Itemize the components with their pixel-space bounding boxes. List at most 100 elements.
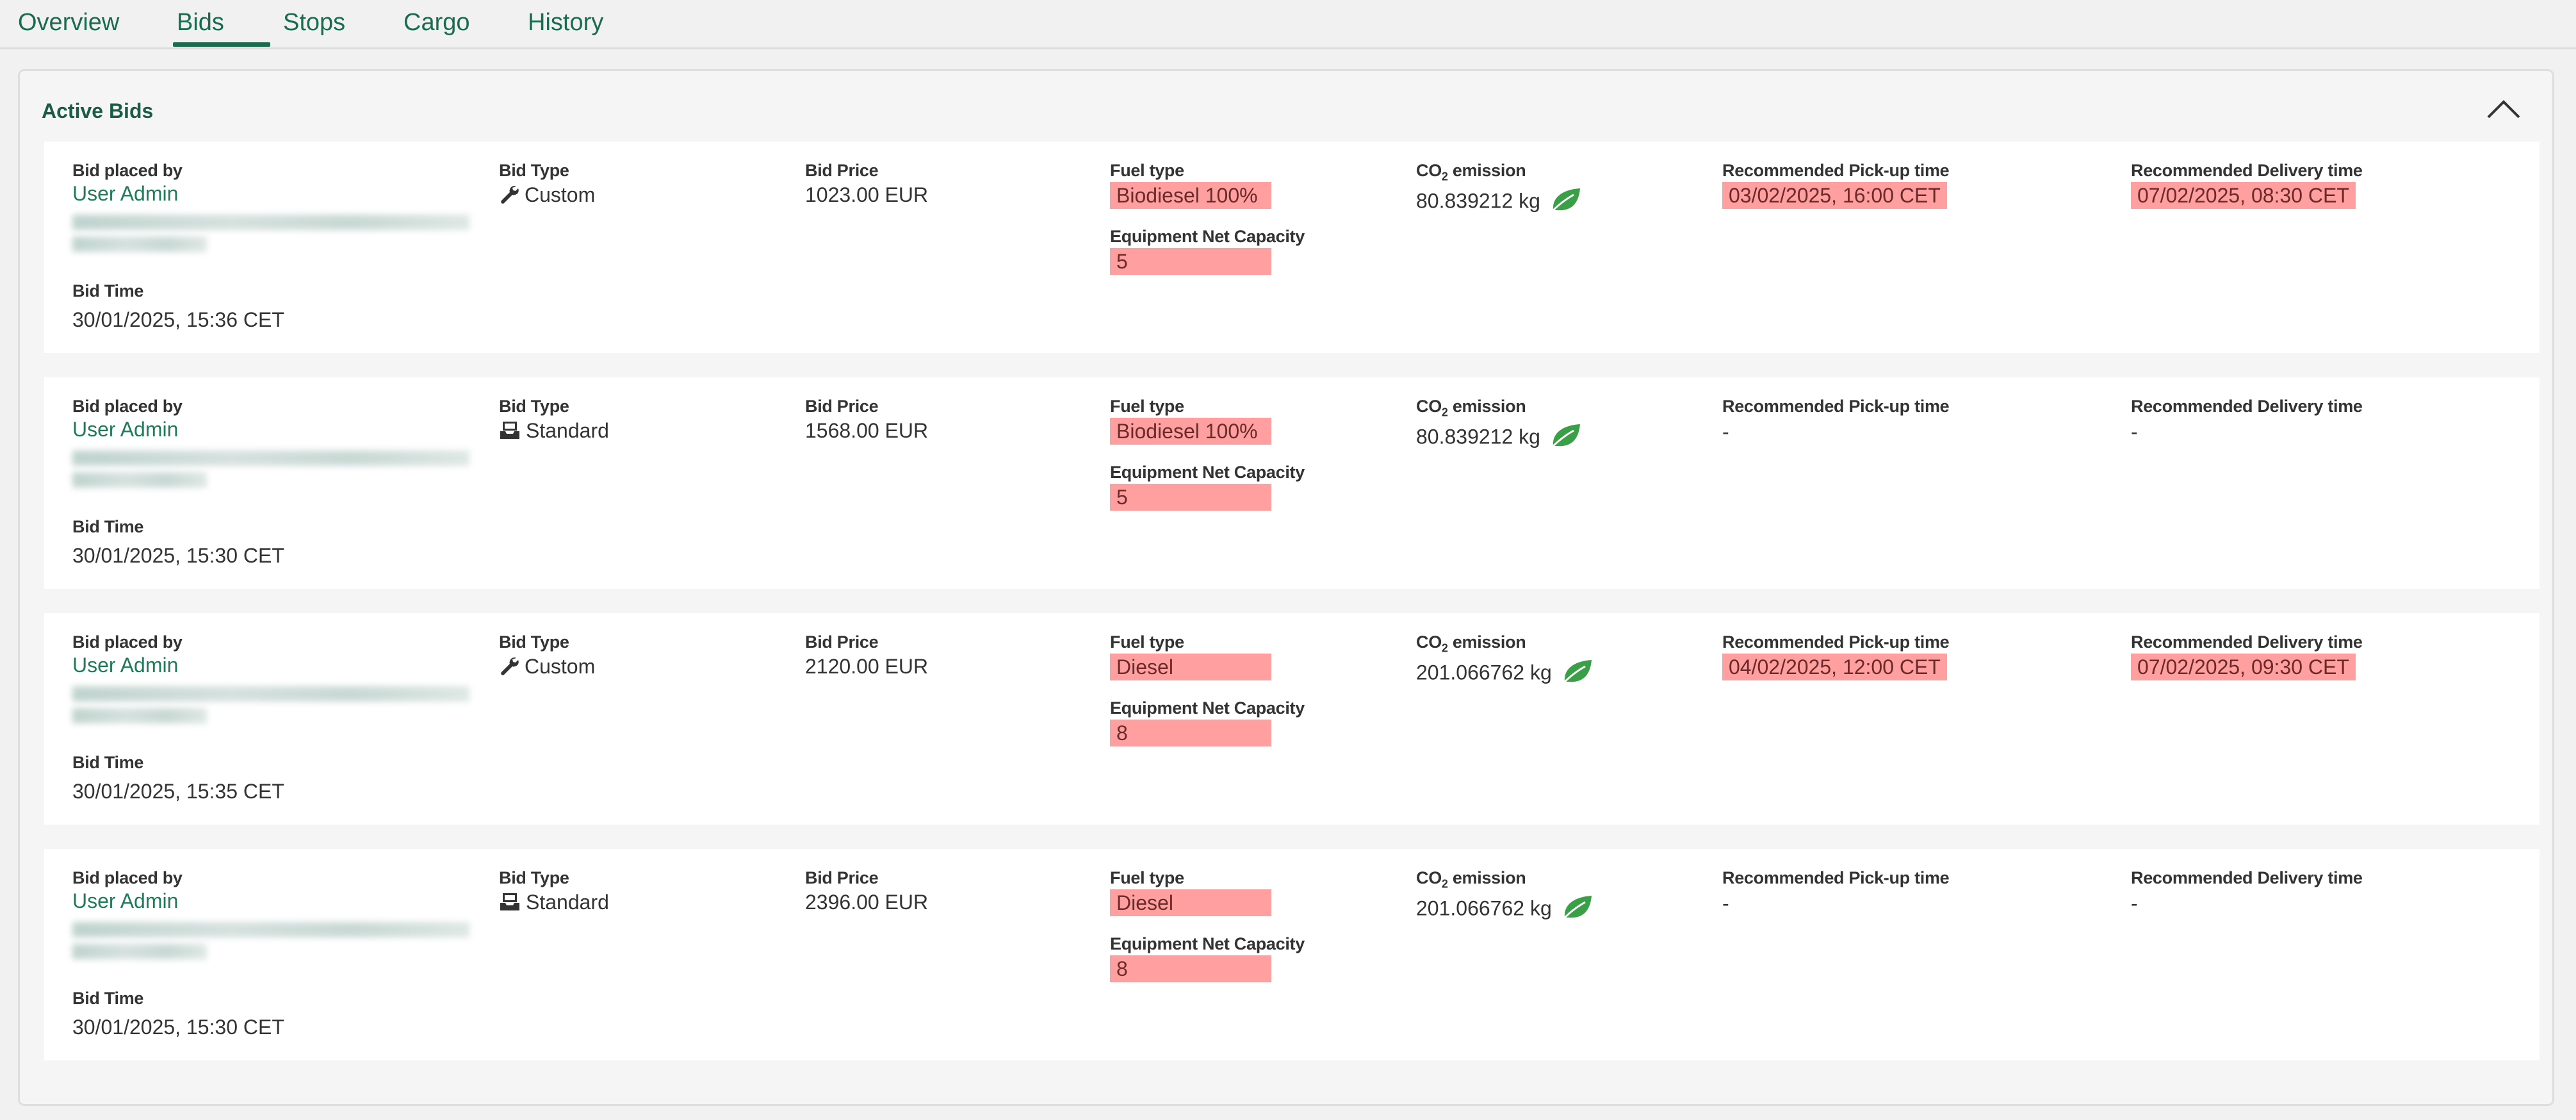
fuel-section: Fuel type Biodiesel 100% Equipment Net C… <box>1110 161 1305 275</box>
tab-stops[interactable]: Stops <box>283 9 345 37</box>
fuel-type-label: Fuel type <box>1110 397 1184 416</box>
delivery-time-value: 07/02/2025, 08:30 CET <box>2131 182 2356 209</box>
leaf-icon <box>1561 657 1594 691</box>
tab-overview[interactable]: Overview <box>18 9 119 37</box>
equipment-net-capacity-label: Equipment Net Capacity <box>1110 227 1305 246</box>
fuel-section: Fuel type Biodiesel 100% Equipment Net C… <box>1110 397 1305 511</box>
bid-time-value: 30/01/2025, 15:30 CET <box>72 1016 284 1039</box>
bid-card: Bid placed by User Admin Bid Time 30/01/… <box>44 377 2539 589</box>
bid-placed-by-label: Bid placed by <box>72 397 183 416</box>
delivery-time-value: - <box>2131 892 2138 915</box>
fuel-section: Fuel type Diesel Equipment Net Capacity … <box>1110 868 1305 982</box>
fuel-type-label: Fuel type <box>1110 632 1184 652</box>
co2-suffix: emission <box>1447 397 1526 416</box>
bid-type-text: Standard <box>526 891 609 914</box>
bid-type-text: Custom <box>525 655 596 678</box>
co2-emission-label: CO2 emission <box>1416 397 1583 419</box>
fuel-type-value: Diesel <box>1110 889 1271 916</box>
co2-emission-value: 80.839212 kg <box>1416 186 1583 219</box>
bid-price-section: Bid Price 2396.00 EUR <box>805 868 928 914</box>
equipment-net-capacity-label: Equipment Net Capacity <box>1110 934 1305 953</box>
bid-time-label: Bid Time <box>72 753 144 772</box>
delivery-section: Recommended Delivery time 07/02/2025, 09… <box>2131 632 2363 680</box>
fuel-type-value: Diesel <box>1110 654 1271 680</box>
tab-bids[interactable]: Bids <box>173 9 270 47</box>
redacted-phone <box>72 472 207 488</box>
redacted-phone <box>72 708 207 723</box>
bid-type-value: Custom <box>499 655 595 681</box>
bid-price-label: Bid Price <box>805 397 879 416</box>
redacted-email <box>72 450 469 466</box>
bid-card: Bid placed by User Admin Bid Time 30/01/… <box>44 613 2539 825</box>
bid-placed-by-label: Bid placed by <box>72 632 183 652</box>
tab-cargo[interactable]: Cargo <box>404 9 470 37</box>
co2-emission-value: 201.066762 kg <box>1416 893 1594 926</box>
inbox-icon <box>499 420 521 445</box>
bid-time-value: 30/01/2025, 15:30 CET <box>72 544 284 567</box>
bid-type-value: Custom <box>499 183 595 210</box>
bid-type-section: Bid Type Custom <box>499 161 595 210</box>
bid-type-value: Standard <box>499 891 609 917</box>
wrench-icon <box>499 184 519 210</box>
bid-type-label: Bid Type <box>499 161 569 180</box>
pickup-time-value: 03/02/2025, 16:00 CET <box>1722 182 1947 209</box>
fuel-type-label: Fuel type <box>1110 161 1184 180</box>
co2-sub: 2 <box>1441 877 1448 891</box>
co2-emission-value: 201.066762 kg <box>1416 657 1594 691</box>
equipment-net-capacity-value: 5 <box>1110 248 1271 275</box>
co2-section: CO2 emission 80.839212 kg <box>1416 161 1583 219</box>
tab-history[interactable]: History <box>528 9 603 37</box>
bid-user-link[interactable]: User Admin <box>72 182 469 206</box>
bid-user-link[interactable]: User Admin <box>72 654 469 677</box>
pickup-time-label: Recommended Pick-up time <box>1722 868 1950 887</box>
co2-sub: 2 <box>1441 641 1448 655</box>
bid-placed-by-section: Bid placed by User Admin <box>72 161 469 252</box>
leaf-icon <box>1549 422 1583 455</box>
bid-type-value: Standard <box>499 419 609 445</box>
redacted-phone <box>72 944 207 959</box>
bid-placed-by-section: Bid placed by User Admin <box>72 632 469 723</box>
bid-type-label: Bid Type <box>499 632 569 652</box>
co2-suffix: emission <box>1447 632 1526 652</box>
chevron-up-icon[interactable] <box>2484 94 2523 122</box>
equipment-net-capacity-value: 8 <box>1110 720 1271 746</box>
pickup-time-label: Recommended Pick-up time <box>1722 632 1950 652</box>
equipment-net-capacity-label: Equipment Net Capacity <box>1110 698 1305 718</box>
co2-emission-value: 80.839212 kg <box>1416 422 1583 455</box>
bid-user-link[interactable]: User Admin <box>72 889 469 913</box>
bid-type-text: Standard <box>526 419 609 442</box>
bid-type-label: Bid Type <box>499 868 569 887</box>
fuel-type-value: Biodiesel 100% <box>1110 182 1271 209</box>
pickup-section: Recommended Pick-up time - <box>1722 397 1950 444</box>
redacted-email <box>72 686 469 702</box>
delivery-time-label: Recommended Delivery time <box>2131 632 2363 652</box>
panel-title: Active Bids <box>42 99 154 122</box>
co2-suffix: emission <box>1447 161 1526 180</box>
co2-section: CO2 emission 80.839212 kg <box>1416 397 1583 455</box>
co2-suffix: emission <box>1447 868 1526 887</box>
delivery-time-value: 07/02/2025, 09:30 CET <box>2131 654 2356 680</box>
bid-price-section: Bid Price 1023.00 EUR <box>805 161 928 207</box>
delivery-time-label: Recommended Delivery time <box>2131 868 2363 887</box>
bid-user-link[interactable]: User Admin <box>72 418 469 441</box>
co2-emission-label: CO2 emission <box>1416 161 1583 183</box>
bid-placed-by-section: Bid placed by User Admin <box>72 397 469 488</box>
bid-type-section: Bid Type Standard <box>499 868 609 917</box>
pickup-time-label: Recommended Pick-up time <box>1722 161 1950 180</box>
fuel-type-label: Fuel type <box>1110 868 1184 887</box>
co2-emission-text: 201.066762 kg <box>1416 661 1552 684</box>
bid-placed-by-label: Bid placed by <box>72 161 183 180</box>
co2-section: CO2 emission 201.066762 kg <box>1416 868 1594 926</box>
bid-price-label: Bid Price <box>805 632 879 652</box>
pickup-section: Recommended Pick-up time 03/02/2025, 16:… <box>1722 161 1950 209</box>
bid-price-section: Bid Price 2120.00 EUR <box>805 632 928 679</box>
co2-prefix: CO <box>1416 397 1442 416</box>
pickup-section: Recommended Pick-up time 04/02/2025, 12:… <box>1722 632 1950 680</box>
delivery-section: Recommended Delivery time - <box>2131 397 2363 444</box>
co2-sub: 2 <box>1441 406 1448 419</box>
bid-type-section: Bid Type Standard <box>499 397 609 445</box>
bid-price-value: 1568.00 EUR <box>805 419 929 442</box>
bid-price-label: Bid Price <box>805 868 879 887</box>
bid-time-value: 30/01/2025, 15:35 CET <box>72 780 284 803</box>
bid-time-value: 30/01/2025, 15:36 CET <box>72 308 284 331</box>
